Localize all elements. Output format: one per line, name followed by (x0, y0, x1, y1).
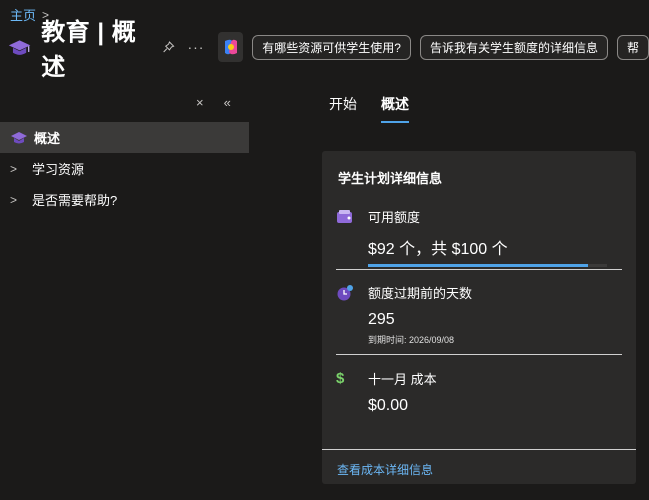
clock-icon (337, 284, 353, 300)
suggestion-chip-help[interactable]: 帮 (616, 34, 649, 60)
graduation-cap-icon (8, 40, 31, 55)
sidebar-item-label: 概述 (34, 131, 61, 146)
dollar-icon: $ (336, 370, 345, 387)
suggestion-chip-resources[interactable]: 有哪些资源可供学生使用? (252, 34, 411, 60)
page-title: 教育 | 概述 (41, 19, 137, 81)
credit-value: $92 个，共 $100 个 (368, 241, 508, 258)
sidebar: 概述 > 学习资源 > 是否需要帮助? (0, 122, 249, 215)
tab-overview[interactable]: 概述 (381, 94, 409, 123)
tab-get-started[interactable]: 开始 (329, 94, 357, 123)
title-bar: 教育 | 概述 ··· 有哪些资源可供学生使用? 告诉我有关学生额度的详细信息 … (8, 19, 649, 81)
student-plan-card: 学生计划详细信息 可用额度 $92 个，共 $100 个 额度过期前的天数 29… (322, 151, 636, 484)
copilot-button[interactable] (218, 32, 244, 62)
card-title: 学生计划详细信息 (338, 171, 443, 186)
days-label: 额度过期前的天数 (368, 286, 473, 301)
chevron-right-icon: > (10, 192, 18, 207)
sidebar-item-overview[interactable]: 概述 (0, 122, 249, 153)
divider (322, 449, 636, 450)
days-section: 额度过期前的天数 295 到期时间: 2026/09/08 (336, 283, 622, 346)
graduation-cap-icon (11, 131, 27, 143)
chevron-right-icon: > (10, 161, 18, 176)
divider (336, 269, 622, 270)
wallet-icon (337, 209, 352, 223)
credit-progress-bar (368, 264, 607, 267)
sidebar-item-label: 学习资源 (32, 162, 85, 177)
cost-value: $0.00 (368, 397, 409, 414)
suggestion-chip-credit[interactable]: 告诉我有关学生额度的详细信息 (419, 34, 608, 60)
more-options-icon[interactable]: ··· (187, 39, 204, 55)
breadcrumb-home-link[interactable]: 主页 (10, 5, 36, 24)
divider (336, 354, 622, 355)
expiry-date: 到期时间: 2026/09/08 (368, 335, 455, 345)
days-value: 295 (368, 311, 395, 328)
close-icon[interactable]: × (196, 95, 204, 110)
sidebar-item-learning-resources[interactable]: > 学习资源 (0, 153, 249, 184)
credit-label: 可用额度 (368, 210, 421, 225)
copilot-icon (224, 39, 237, 55)
credit-section: 可用额度 $92 个，共 $100 个 (336, 207, 622, 267)
view-cost-details-link[interactable]: 查看成本详细信息 (337, 461, 433, 478)
pin-icon[interactable] (162, 39, 175, 55)
credit-progress-fill (368, 264, 588, 267)
sidebar-item-need-help[interactable]: > 是否需要帮助? (0, 184, 249, 215)
tab-bar: 开始 概述 (329, 94, 409, 123)
sidebar-item-label: 是否需要帮助? (32, 193, 118, 208)
sidebar-controls: × « (196, 95, 231, 110)
cost-label: 十一月 成本 (368, 372, 437, 387)
cost-section: $ 十一月 成本 $0.00 (336, 369, 622, 415)
collapse-sidebar-icon[interactable]: « (224, 95, 231, 110)
